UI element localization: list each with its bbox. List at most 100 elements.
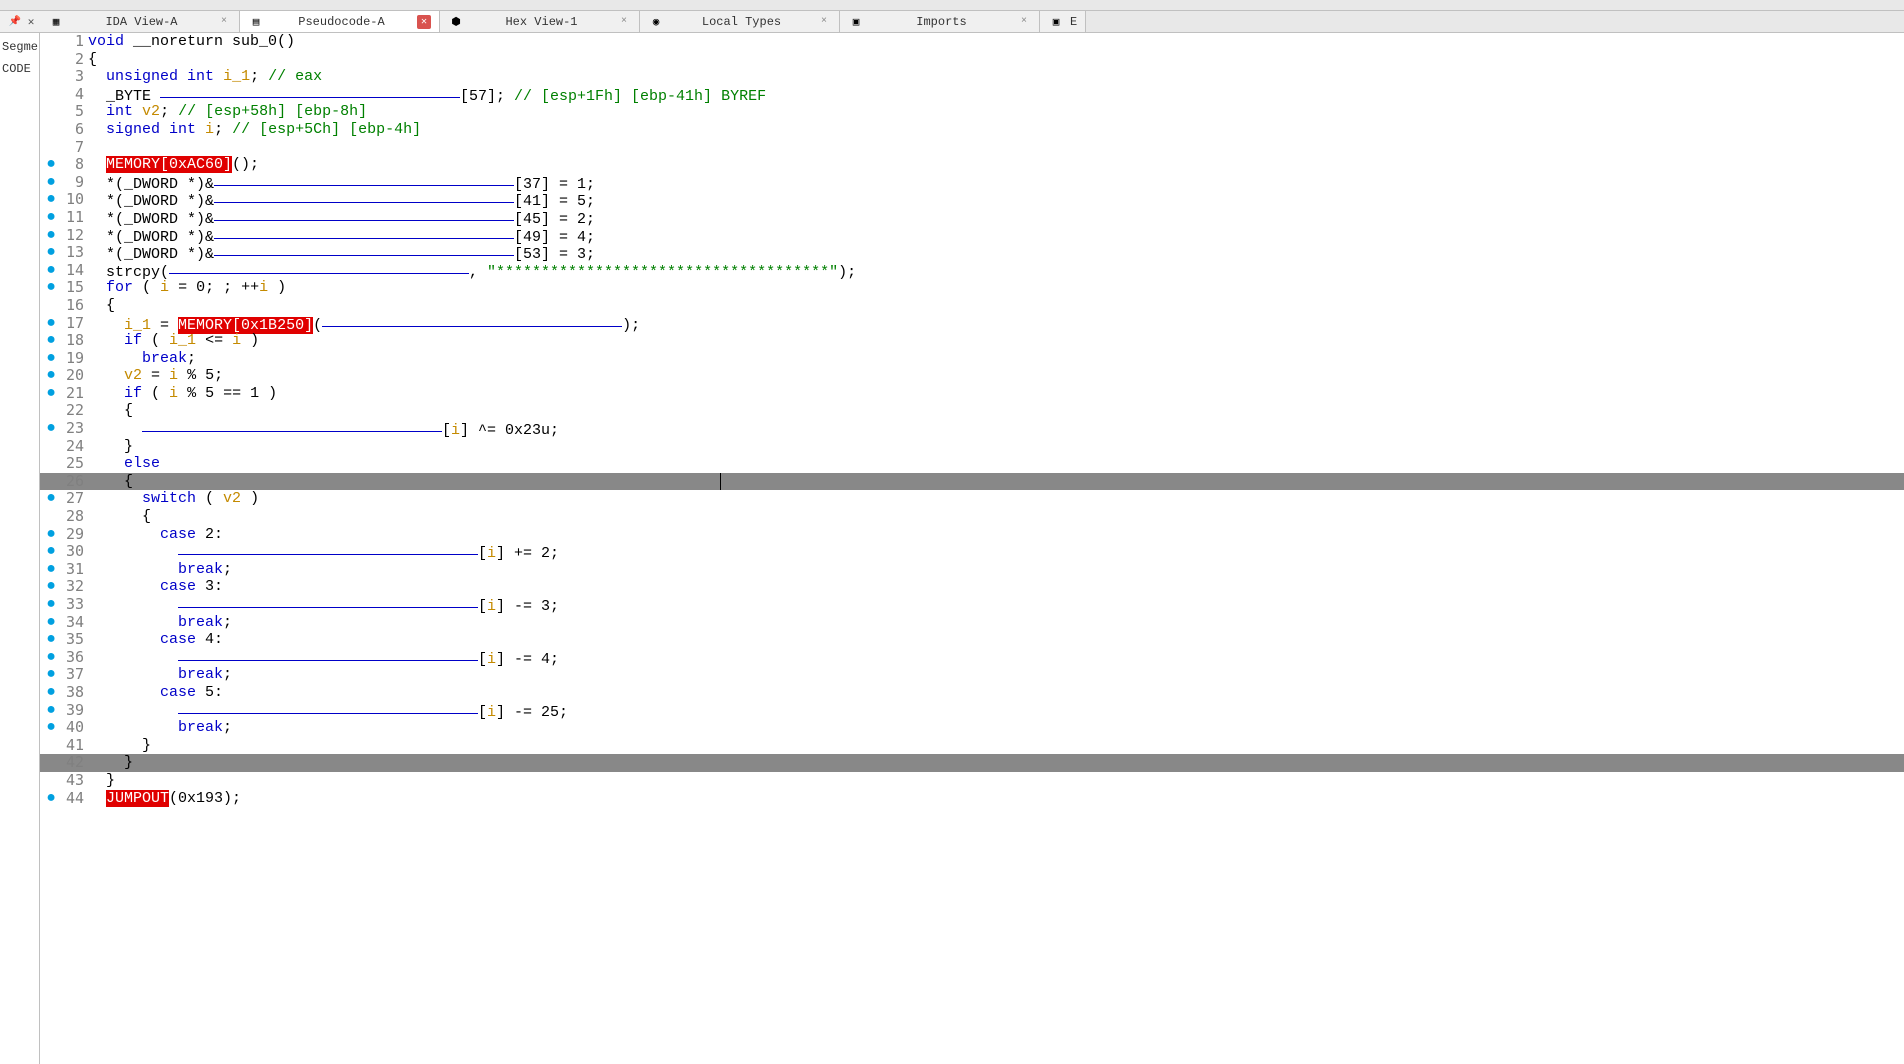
- code-token[interactable]: i: [169, 367, 178, 384]
- breakpoint-gutter[interactable]: ●: [40, 649, 62, 667]
- code-content[interactable]: switch ( v2 ): [88, 490, 1904, 508]
- breakpoint-gutter[interactable]: ●: [40, 790, 62, 808]
- breakpoint-gutter[interactable]: ●: [40, 385, 62, 403]
- close-icon[interactable]: ✕: [24, 15, 38, 29]
- code-content[interactable]: void __noreturn sub_0(): [88, 33, 1904, 51]
- code-token[interactable]: [88, 350, 142, 367]
- code-token[interactable]: ] -= 3;: [496, 598, 559, 615]
- unnamed-variable-blank[interactable]: [142, 418, 442, 432]
- code-token[interactable]: break: [178, 614, 223, 631]
- breakpoint-gutter[interactable]: ●: [40, 719, 62, 737]
- code-content[interactable]: [i] -= 25;: [88, 702, 1904, 720]
- close-icon[interactable]: ×: [217, 15, 231, 29]
- code-line[interactable]: 24 }: [40, 438, 1904, 456]
- code-token[interactable]: *(_DWORD *)&: [88, 211, 214, 228]
- code-token[interactable]: =: [142, 367, 169, 384]
- code-content[interactable]: if ( i_1 <= i ): [88, 332, 1904, 350]
- code-token[interactable]: i: [160, 279, 169, 296]
- code-token[interactable]: i: [487, 598, 496, 615]
- code-token[interactable]: = 0; ; ++: [169, 279, 259, 296]
- pin-icon[interactable]: 📌: [8, 15, 22, 29]
- code-token[interactable]: [88, 719, 178, 736]
- code-token[interactable]: __noreturn sub_0(): [124, 33, 295, 50]
- breakpoint-gutter[interactable]: [40, 402, 62, 420]
- code-content[interactable]: break;: [88, 561, 1904, 579]
- breakpoint-gutter[interactable]: ●: [40, 227, 62, 245]
- code-token[interactable]: i: [487, 651, 496, 668]
- code-content[interactable]: [i] ^= 0x23u;: [88, 420, 1904, 438]
- breakpoint-gutter[interactable]: ●: [40, 561, 62, 579]
- code-token[interactable]: [196, 121, 205, 138]
- code-token[interactable]: i: [451, 422, 460, 439]
- code-line[interactable]: ●34 break;: [40, 614, 1904, 632]
- code-line[interactable]: 26 {: [40, 473, 1904, 491]
- code-token[interactable]: [: [478, 545, 487, 562]
- code-token[interactable]: i: [169, 385, 178, 402]
- code-line[interactable]: 42 }: [40, 754, 1904, 772]
- breakpoint-gutter[interactable]: ●: [40, 244, 62, 262]
- code-token[interactable]: case: [160, 631, 196, 648]
- code-token[interactable]: =: [151, 317, 178, 334]
- pseudocode-editor[interactable]: 1void __noreturn sub_0()2{3 unsigned int…: [40, 33, 1904, 1064]
- code-token[interactable]: case: [160, 684, 196, 701]
- code-line[interactable]: ●37 break;: [40, 666, 1904, 684]
- breakpoint-gutter[interactable]: ●: [40, 191, 62, 209]
- code-content[interactable]: break;: [88, 719, 1904, 737]
- code-token[interactable]: break: [178, 561, 223, 578]
- code-token[interactable]: ;: [223, 719, 232, 736]
- breakpoint-gutter[interactable]: [40, 51, 62, 69]
- code-token[interactable]: if: [124, 385, 142, 402]
- unnamed-variable-blank[interactable]: [178, 594, 478, 608]
- code-content[interactable]: int v2; // [esp+58h] [ebp-8h]: [88, 103, 1904, 121]
- code-content[interactable]: for ( i = 0; ; ++i ): [88, 279, 1904, 297]
- breakpoint-gutter[interactable]: [40, 68, 62, 86]
- code-token[interactable]: [88, 666, 178, 683]
- code-line[interactable]: ●20 v2 = i % 5;: [40, 367, 1904, 385]
- code-line[interactable]: ●30 [i] += 2;: [40, 543, 1904, 561]
- code-content[interactable]: [i] -= 4;: [88, 649, 1904, 667]
- code-token[interactable]: (: [142, 332, 169, 349]
- code-token[interactable]: 5:: [196, 684, 223, 701]
- code-line[interactable]: 28 {: [40, 508, 1904, 526]
- code-token[interactable]: break: [142, 350, 187, 367]
- code-token[interactable]: [88, 651, 178, 668]
- code-token[interactable]: [45] = 2;: [514, 211, 595, 228]
- close-icon[interactable]: ×: [617, 15, 631, 29]
- code-token[interactable]: [88, 631, 160, 648]
- segments-label[interactable]: Segme: [0, 36, 38, 58]
- code-token[interactable]: [88, 156, 106, 173]
- breakpoint-gutter[interactable]: [40, 86, 62, 104]
- breakpoint-gutter[interactable]: [40, 33, 62, 51]
- code-token[interactable]: JUMPOUT: [106, 790, 169, 807]
- code-token[interactable]: v2: [124, 367, 142, 384]
- code-token[interactable]: [88, 614, 178, 631]
- code-token[interactable]: "*************************************": [487, 264, 838, 281]
- code-line[interactable]: 6 signed int i; // [esp+5Ch] [ebp-4h]: [40, 121, 1904, 139]
- code-content[interactable]: }: [88, 737, 1904, 755]
- code-content[interactable]: JUMPOUT(0x193);: [88, 790, 1904, 808]
- breakpoint-gutter[interactable]: ●: [40, 614, 62, 632]
- breakpoint-gutter[interactable]: ●: [40, 174, 62, 192]
- unnamed-variable-blank[interactable]: [214, 242, 514, 256]
- breakpoint-gutter[interactable]: ●: [40, 420, 62, 438]
- code-token[interactable]: [: [478, 598, 487, 615]
- tab-local-types[interactable]: ◉Local Types×: [640, 11, 840, 32]
- code-line[interactable]: ●33 [i] -= 3;: [40, 596, 1904, 614]
- code-content[interactable]: break;: [88, 350, 1904, 368]
- code-line[interactable]: 25 else: [40, 455, 1904, 473]
- code-token[interactable]: [88, 103, 106, 120]
- code-line[interactable]: ●40 break;: [40, 719, 1904, 737]
- code-token[interactable]: ;: [187, 350, 196, 367]
- code-content[interactable]: {: [88, 473, 1904, 491]
- breakpoint-gutter[interactable]: ●: [40, 666, 62, 684]
- code-line[interactable]: 2{: [40, 51, 1904, 69]
- code-content[interactable]: [i] += 2;: [88, 543, 1904, 561]
- code-line[interactable]: ●31 break;: [40, 561, 1904, 579]
- code-token[interactable]: ] ^= 0x23u;: [460, 422, 559, 439]
- code-token[interactable]: int: [106, 103, 133, 120]
- breakpoint-gutter[interactable]: ●: [40, 156, 62, 174]
- breakpoint-gutter[interactable]: ●: [40, 367, 62, 385]
- code-line[interactable]: ●39 [i] -= 25;: [40, 702, 1904, 720]
- code-token[interactable]: );: [838, 264, 856, 281]
- code-token[interactable]: 2:: [196, 526, 223, 543]
